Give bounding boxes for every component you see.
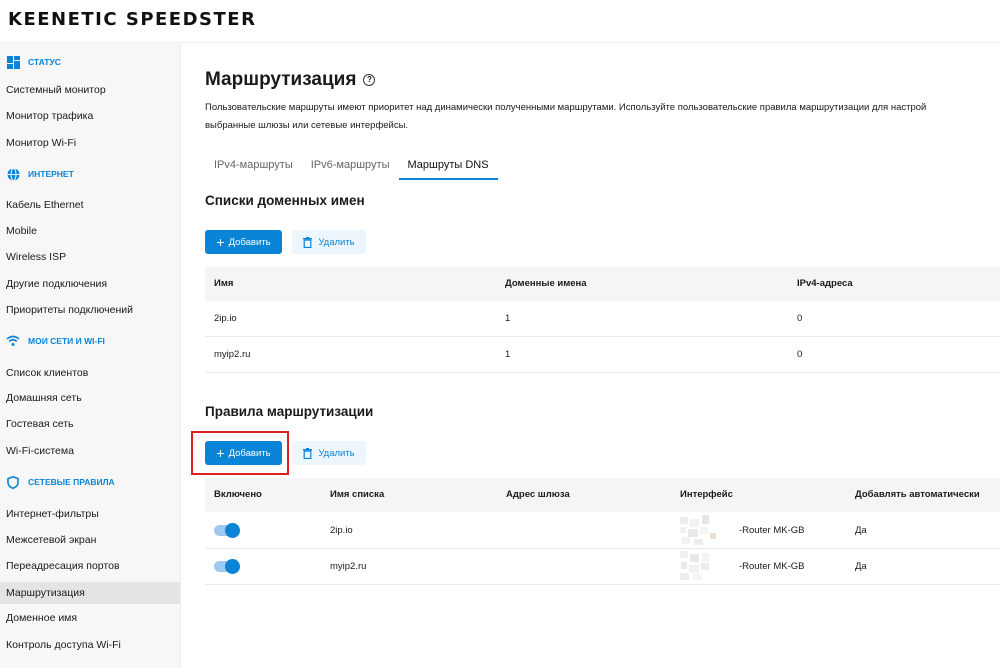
delete-routing-rule-label: Удалить bbox=[318, 447, 355, 459]
sidebar-item-routing[interactable]: Маршрутизация bbox=[0, 582, 180, 604]
domain-lists-heading: Списки доменных имен bbox=[205, 193, 365, 208]
sidebar-section-my-networks: МОИ СЕТИ И WI-FI bbox=[6, 332, 105, 350]
domain-list-domain-count: 1 bbox=[505, 313, 511, 324]
sidebar-section-label: СЕТЕВЫЕ ПРАВИЛА bbox=[28, 477, 115, 487]
page-description: Пользовательские маршруты имеют приорите… bbox=[205, 99, 1000, 135]
sidebar-item-other-connections[interactable]: Другие подключения bbox=[6, 274, 107, 294]
add-routing-rule-button[interactable]: + Добавить bbox=[205, 441, 282, 465]
delete-domain-list-label: Удалить bbox=[318, 236, 355, 248]
sidebar-section-status: СТАТУС bbox=[6, 53, 61, 71]
description-line-2: выбранные шлюзы или сетевые интерфейсы. bbox=[205, 120, 409, 131]
domain-list-name: myip2.ru bbox=[214, 349, 251, 360]
sidebar-item-port-forwarding[interactable]: Переадресация портов bbox=[6, 556, 120, 576]
wifi-icon bbox=[6, 334, 20, 348]
shield-icon bbox=[6, 475, 20, 489]
table-row[interactable]: myip2.ru -Router MK-GB Да bbox=[205, 549, 1000, 585]
rule-list-name: 2ip.io bbox=[330, 525, 353, 536]
sidebar-item-guest-network[interactable]: Гостевая сеть bbox=[6, 414, 74, 434]
sidebar-section-network-rules: СЕТЕВЫЕ ПРАВИЛА bbox=[6, 473, 115, 491]
sidebar-item-client-list[interactable]: Список клиентов bbox=[6, 363, 88, 383]
plus-icon: + bbox=[216, 234, 225, 250]
tab-ipv6-routes[interactable]: IPv6-маршруты bbox=[302, 154, 399, 180]
sidebar-item-firewall[interactable]: Межсетевой экран bbox=[6, 530, 96, 550]
rule-interface: -Router MK-GB bbox=[739, 525, 805, 536]
sidebar-section-internet: ИНТЕРНЕТ bbox=[6, 165, 74, 183]
sidebar: СТАТУС Системный монитор Монитор трафика… bbox=[0, 43, 181, 668]
delete-domain-list-button[interactable]: Удалить bbox=[292, 230, 366, 254]
rule-list-name: myip2.ru bbox=[330, 561, 367, 572]
redacted-pixels bbox=[680, 551, 709, 580]
domain-list-ipv4-count: 0 bbox=[797, 313, 803, 324]
table-row[interactable]: 2ip.io 1 0 bbox=[205, 301, 1000, 337]
column-header-list-name[interactable]: Имя списка bbox=[330, 478, 384, 512]
column-header-interface[interactable]: Интерфейс bbox=[680, 478, 733, 512]
rule-auto-add: Да bbox=[855, 525, 867, 536]
domain-lists-table-header: Имя Доменные имена IPv4-адреса bbox=[205, 267, 1000, 301]
page-title-text: Маршрутизация bbox=[205, 69, 357, 90]
rule-interface: -Router MK-GB bbox=[739, 561, 805, 572]
top-bar: KEENETIC SPEEDSTER bbox=[0, 0, 1000, 43]
sidebar-item-ethernet[interactable]: Кабель Ethernet bbox=[6, 195, 84, 215]
add-domain-list-label: Добавить bbox=[228, 236, 271, 248]
add-routing-rule-label: Добавить bbox=[228, 447, 271, 459]
plus-icon: + bbox=[216, 445, 225, 461]
sidebar-item-wifi-system[interactable]: Wi-Fi-система bbox=[6, 441, 74, 461]
sidebar-section-label: ИНТЕРНЕТ bbox=[28, 169, 74, 179]
sidebar-item-internet-filters[interactable]: Интернет-фильтры bbox=[6, 504, 99, 524]
sidebar-item-wireless-isp[interactable]: Wireless ISP bbox=[6, 247, 66, 267]
sidebar-section-label: МОИ СЕТИ И WI-FI bbox=[28, 336, 105, 346]
enabled-toggle[interactable] bbox=[214, 523, 240, 538]
table-row[interactable]: 2ip.io -Router MK-GB Да bbox=[205, 513, 1000, 549]
sidebar-item-system-monitor[interactable]: Системный монитор bbox=[6, 80, 106, 100]
domain-list-domain-count: 1 bbox=[505, 349, 511, 360]
sidebar-item-wifi-access-control[interactable]: Контроль доступа Wi-Fi bbox=[6, 635, 121, 655]
trash-icon bbox=[303, 236, 313, 248]
globe-icon bbox=[6, 167, 20, 181]
routing-rules-table-header: Включено Имя списка Адрес шлюза Интерфей… bbox=[205, 478, 1000, 512]
sidebar-item-connection-priorities[interactable]: Приоритеты подключений bbox=[6, 300, 133, 320]
sidebar-item-traffic-monitor[interactable]: Монитор трафика bbox=[6, 106, 93, 126]
redacted-pixels bbox=[680, 515, 716, 545]
keenetic-logo[interactable]: KEENETIC SPEEDSTER bbox=[8, 9, 256, 30]
page-title: Маршрутизация ? bbox=[205, 69, 376, 91]
trash-icon bbox=[303, 447, 313, 459]
description-line-1: Пользовательские маршруты имеют приорите… bbox=[205, 102, 927, 113]
domain-list-name: 2ip.io bbox=[214, 313, 237, 324]
delete-routing-rule-button[interactable]: Удалить bbox=[292, 441, 366, 465]
table-row[interactable]: myip2.ru 1 0 bbox=[205, 337, 1000, 373]
column-header-enabled[interactable]: Включено bbox=[214, 478, 262, 512]
sidebar-item-mobile[interactable]: Mobile bbox=[6, 221, 37, 241]
column-header-auto-add[interactable]: Добавлять автоматически bbox=[855, 478, 980, 512]
column-header-name[interactable]: Имя bbox=[214, 267, 233, 301]
sidebar-section-label: СТАТУС bbox=[28, 57, 61, 67]
routing-rules-heading: Правила маршрутизации bbox=[205, 404, 374, 419]
column-header-domains[interactable]: Доменные имена bbox=[505, 267, 587, 301]
enabled-toggle[interactable] bbox=[214, 559, 240, 574]
column-header-ipv4[interactable]: IPv4-адреса bbox=[797, 267, 853, 301]
tab-ipv4-routes[interactable]: IPv4-маршруты bbox=[205, 154, 302, 180]
tab-dns-routes[interactable]: Маршруты DNS bbox=[398, 154, 498, 180]
rule-auto-add: Да bbox=[855, 561, 867, 572]
route-tabs: IPv4-маршруты IPv6-маршруты Маршруты DNS bbox=[205, 154, 498, 180]
sidebar-item-wifi-monitor[interactable]: Монитор Wi-Fi bbox=[6, 133, 76, 153]
sidebar-item-home-network[interactable]: Домашняя сеть bbox=[6, 388, 82, 408]
column-header-gateway[interactable]: Адрес шлюза bbox=[506, 478, 570, 512]
sidebar-item-domain-name[interactable]: Доменное имя bbox=[6, 608, 77, 628]
main-content: Маршрутизация ? Пользовательские маршрут… bbox=[181, 43, 1000, 668]
domain-list-ipv4-count: 0 bbox=[797, 349, 803, 360]
help-icon[interactable]: ? bbox=[363, 74, 376, 86]
dashboard-icon bbox=[6, 55, 20, 69]
add-domain-list-button[interactable]: + Добавить bbox=[205, 230, 282, 254]
